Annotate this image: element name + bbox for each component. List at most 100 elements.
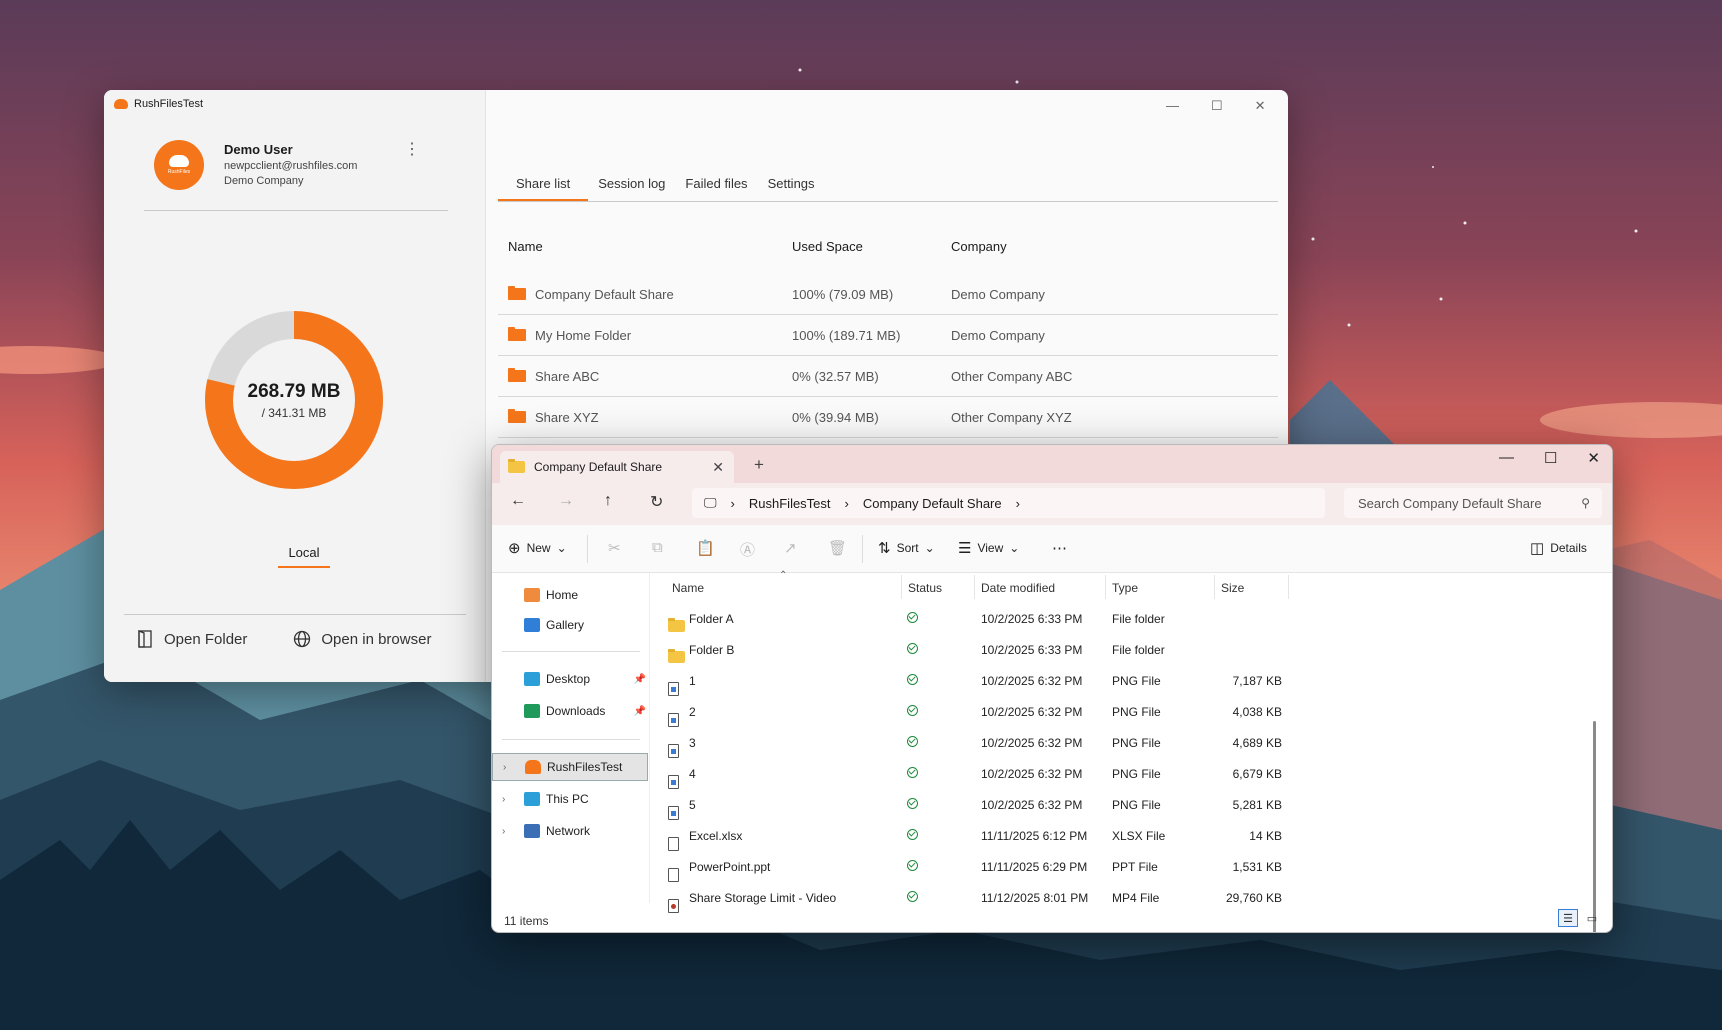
maximize-icon[interactable]: ☐: [1544, 449, 1557, 467]
breadcrumb-item[interactable]: RushFilesTest: [749, 496, 831, 511]
table-row[interactable]: Excel.xlsx 11/11/2025 6:12 PM XLSX File 14 …: [654, 820, 1600, 851]
sidebar-item-rushfilestest[interactable]: › RushFilesTest: [492, 753, 648, 781]
column-name[interactable]: Name: [672, 581, 704, 595]
status-synced-icon: [907, 767, 918, 781]
this-pc-icon: [524, 792, 540, 806]
column-size[interactable]: Size: [1221, 581, 1244, 595]
table-row[interactable]: Share XYZ 0% (39.94 MB) Other Company XY…: [498, 397, 1278, 438]
file-name: 2: [689, 705, 696, 719]
sidebar-item-downloads[interactable]: Downloads 📌: [492, 697, 648, 725]
divider: [124, 614, 466, 615]
storage-total: / 341.31 MB: [261, 405, 327, 420]
pin-icon[interactable]: 📌: [634, 706, 646, 717]
pin-icon[interactable]: 📌: [634, 674, 646, 685]
column-company[interactable]: Company: [951, 239, 1278, 254]
tiles-view-icon[interactable]: ▭: [1582, 909, 1602, 927]
status-synced-icon: [907, 860, 918, 874]
table-row[interactable]: 1 10/2/2025 6:32 PM PNG File 7,187 KB: [654, 665, 1600, 696]
file-size: 14 KB: [1249, 829, 1282, 843]
sidebar-item-label: Network: [546, 824, 591, 838]
minimize-icon[interactable]: —: [1166, 98, 1179, 114]
file-name: PowerPoint.ppt: [689, 860, 771, 874]
back-icon[interactable]: ←: [510, 492, 526, 510]
sidebar-item-this-pc[interactable]: › This PC: [492, 785, 648, 813]
tab-share-list[interactable]: Share list: [498, 176, 589, 201]
table-row[interactable]: Share ABC 0% (32.57 MB) Other Company AB…: [498, 356, 1278, 397]
open-folder-icon: [138, 630, 152, 648]
table-row[interactable]: Company Default Share 100% (79.09 MB) De…: [498, 274, 1278, 315]
account-panel: RushFilesTest RushFiles Demo User newpcc…: [104, 90, 486, 682]
sidebar-item-network[interactable]: › Network: [492, 817, 648, 845]
open-in-browser-button[interactable]: Open in browser: [293, 630, 431, 648]
open-folder-button[interactable]: Open Folder: [136, 630, 247, 648]
table-row[interactable]: Folder B 10/2/2025 6:33 PM File folder: [654, 634, 1600, 665]
delete-icon[interactable]: 🗑: [828, 539, 847, 557]
breadcrumb-item[interactable]: Company Default Share: [863, 496, 1002, 511]
table-row[interactable]: Share Storage Limit - Video 11/12/2025 8:…: [654, 882, 1600, 913]
copy-icon[interactable]: ⧉: [652, 539, 663, 556]
more-icon[interactable]: ⋯: [1052, 539, 1067, 557]
table-row[interactable]: Folder A 10/2/2025 6:33 PM File folder: [654, 603, 1600, 634]
table-row[interactable]: My Home Folder 100% (189.71 MB) Demo Com…: [498, 315, 1278, 356]
more-options-icon[interactable]: ⋮: [404, 142, 420, 158]
chevron-right-icon[interactable]: ›: [503, 762, 517, 773]
navigation-pane: Home Gallery Desktop 📌 Downloads 📌 › Rus…: [492, 573, 650, 903]
sidebar-item-gallery[interactable]: Gallery: [492, 611, 648, 639]
column-name[interactable]: Name: [498, 239, 790, 254]
details-view-icon[interactable]: ☰: [1558, 909, 1578, 927]
minimize-icon[interactable]: —: [1499, 449, 1514, 467]
tab-settings[interactable]: Settings: [758, 176, 825, 201]
refresh-icon[interactable]: ↻: [650, 492, 663, 512]
chevron-right-icon[interactable]: ›: [1016, 496, 1020, 511]
rushfiles-logo-icon: [525, 760, 541, 774]
desktop-icon: [524, 672, 540, 686]
file-type: PNG File: [1112, 736, 1161, 750]
share-icon[interactable]: ↗: [784, 539, 797, 557]
tab-session-log[interactable]: Session log: [588, 176, 675, 201]
new-button[interactable]: ⊕ New ⌄: [508, 539, 567, 557]
table-row[interactable]: PowerPoint.ppt 11/11/2025 6:29 PM PPT File…: [654, 851, 1600, 882]
scrollbar[interactable]: [1593, 721, 1596, 932]
file-name: Share Storage Limit - Video: [689, 891, 837, 905]
column-date-modified[interactable]: Date modified: [981, 581, 1055, 595]
explorer-tab[interactable]: Company Default Share ✕: [500, 451, 734, 483]
close-icon[interactable]: ✕: [1587, 449, 1600, 467]
user-info: Demo User newpcclient@rushfiles.com Demo…: [224, 142, 357, 187]
up-icon[interactable]: ↑: [604, 492, 612, 510]
paste-icon[interactable]: 📋: [696, 539, 715, 557]
window-title: RushFilesTest: [114, 98, 203, 110]
forward-icon[interactable]: →: [558, 492, 574, 510]
divider: [502, 739, 640, 740]
tab-local[interactable]: Local: [278, 545, 330, 568]
column-used-space[interactable]: Used Space: [790, 239, 951, 254]
chevron-right-icon[interactable]: ›: [502, 826, 516, 837]
address-bar[interactable]: 🖵 › RushFilesTest › Company Default Shar…: [692, 488, 1325, 518]
tab-failed-files[interactable]: Failed files: [675, 176, 757, 201]
table-row[interactable]: 4 10/2/2025 6:32 PM PNG File 6,679 KB: [654, 758, 1600, 789]
table-row[interactable]: 5 10/2/2025 6:32 PM PNG File 5,281 KB: [654, 789, 1600, 820]
search-input[interactable]: Search Company Default Share ⚲: [1344, 488, 1602, 518]
column-status[interactable]: Status: [908, 581, 942, 595]
sidebar-item-home[interactable]: Home: [492, 581, 648, 609]
home-icon: [524, 588, 540, 602]
rename-icon[interactable]: Ⓐ: [740, 539, 755, 560]
table-header: Name Used Space Company: [498, 230, 1278, 262]
sort-button[interactable]: ⇅ Sort ⌄: [878, 539, 935, 557]
status-synced-icon: [907, 891, 918, 905]
share-folder-icon: [508, 368, 526, 382]
close-tab-icon[interactable]: ✕: [712, 459, 724, 476]
maximize-icon[interactable]: ☐: [1211, 98, 1223, 114]
file-type: MP4 File: [1112, 891, 1160, 905]
details-button[interactable]: ◫ Details: [1530, 539, 1587, 557]
cut-icon[interactable]: ✂: [608, 539, 621, 557]
sidebar-item-desktop[interactable]: Desktop 📌: [492, 665, 648, 693]
close-icon[interactable]: ✕: [1255, 98, 1266, 114]
column-type[interactable]: Type: [1112, 581, 1138, 595]
details-pane-icon: ◫: [1530, 540, 1545, 557]
table-row[interactable]: 3 10/2/2025 6:32 PM PNG File 4,689 KB: [654, 727, 1600, 758]
view-button[interactable]: ☰ View ⌄: [958, 539, 1019, 557]
folder-icon: [668, 618, 685, 632]
table-row[interactable]: 2 10/2/2025 6:32 PM PNG File 4,038 KB: [654, 696, 1600, 727]
new-tab-icon[interactable]: +: [754, 455, 764, 475]
chevron-right-icon[interactable]: ›: [502, 794, 516, 805]
